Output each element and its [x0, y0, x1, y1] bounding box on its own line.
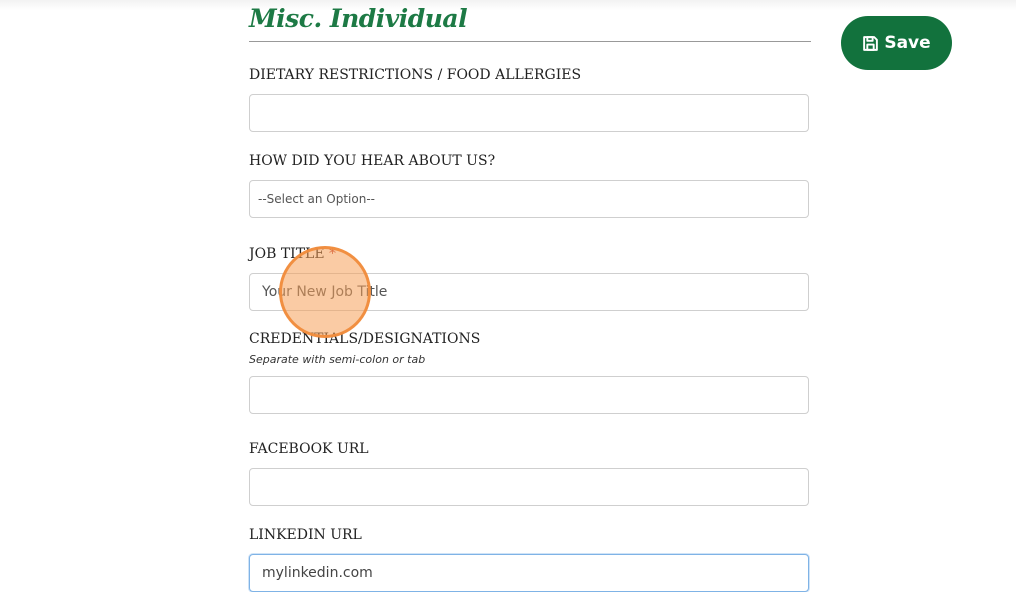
- title-divider: [249, 41, 811, 42]
- linkedin-url-input[interactable]: [249, 554, 809, 592]
- linkedin-url-label: LINKEDIN URL: [249, 527, 362, 543]
- dietary-label: DIETARY RESTRICTIONS / FOOD ALLERGIES: [249, 67, 582, 83]
- job-title-input[interactable]: [249, 273, 809, 311]
- job-title-label-text: JOB TITLE: [249, 246, 325, 262]
- save-button[interactable]: Save: [841, 16, 952, 70]
- credentials-label: CREDENTIALS/DESIGNATIONS: [249, 331, 481, 347]
- save-button-label: Save: [884, 33, 931, 53]
- hear-about-label: HOW DID YOU HEAR ABOUT US?: [249, 153, 496, 169]
- floppy-disk-icon: [862, 35, 879, 52]
- top-shadow-strip: [0, 0, 1016, 10]
- facebook-url-input[interactable]: [249, 468, 809, 506]
- section-title: Misc. Individual: [249, 4, 468, 33]
- credentials-input[interactable]: [249, 376, 809, 414]
- facebook-url-label: FACEBOOK URL: [249, 441, 369, 457]
- job-title-label: JOB TITLE *: [249, 246, 336, 262]
- required-asterisk: *: [329, 246, 337, 262]
- hear-about-select[interactable]: --Select an Option--: [249, 180, 809, 218]
- dietary-restrictions-input[interactable]: [249, 94, 809, 132]
- credentials-hint: Separate with semi-colon or tab: [249, 353, 426, 366]
- hear-about-selected-value: --Select an Option--: [258, 192, 375, 206]
